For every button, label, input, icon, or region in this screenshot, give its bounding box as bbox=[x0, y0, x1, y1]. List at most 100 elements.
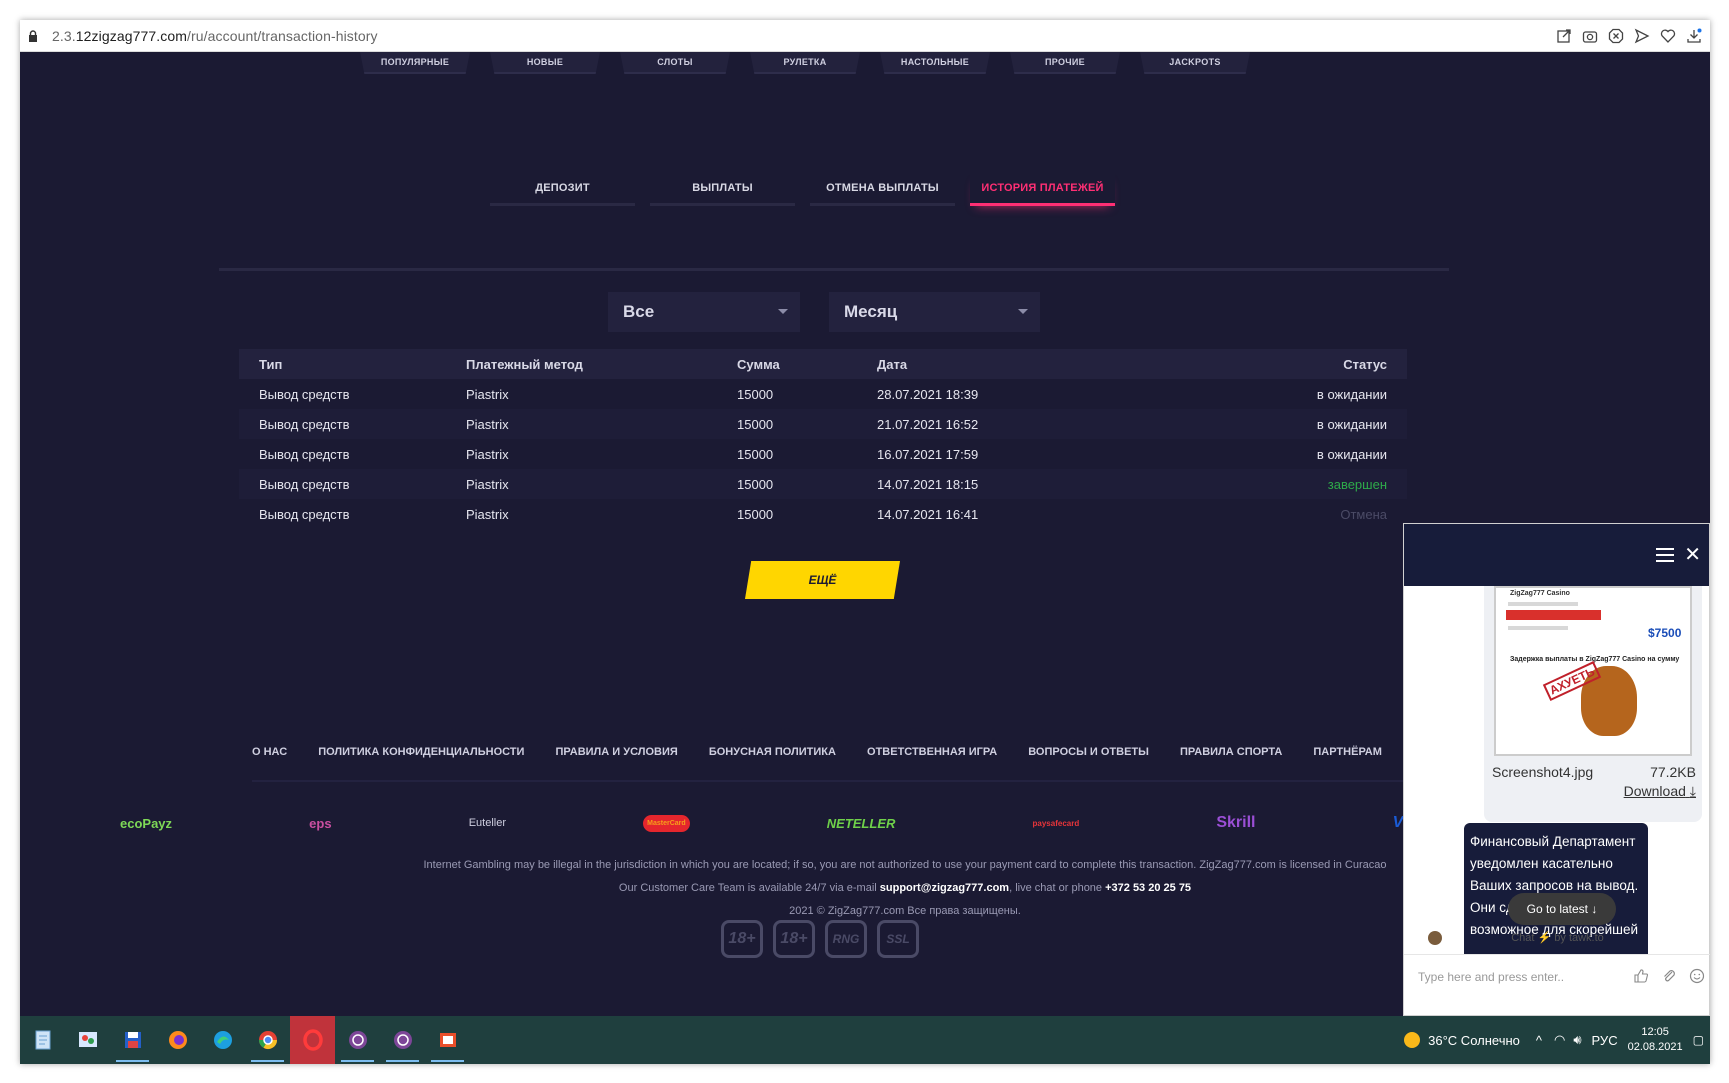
download-link[interactable]: Download ⤓ bbox=[1624, 783, 1696, 800]
url-field[interactable]: 2.3.12zigzag777.com/ru/account/transacti… bbox=[52, 28, 378, 44]
lightning-icon: ⚡ bbox=[1537, 932, 1552, 944]
footer-link-faq[interactable]: ВОПРОСЫ И ОТВЕТЫ bbox=[1028, 746, 1149, 758]
tab-withdrawals[interactable]: ВЫПЛАТЫ bbox=[650, 172, 795, 206]
taskbar-notepad[interactable] bbox=[20, 1016, 65, 1064]
footer-link-privacy[interactable]: ПОЛИТИКА КОНФИДЕНЦИАЛЬНОСТИ bbox=[318, 746, 524, 758]
footer-divider bbox=[252, 780, 1452, 782]
volume-icon[interactable]: 🔊︎ bbox=[1573, 1032, 1581, 1048]
language-indicator[interactable]: РУС bbox=[1592, 1033, 1618, 1048]
tab-cancel-withdrawal[interactable]: ОТМЕНА ВЫПЛАТЫ bbox=[810, 172, 955, 206]
taskbar-paint[interactable] bbox=[65, 1016, 110, 1064]
file-size: 77.2KB bbox=[1650, 764, 1696, 780]
table-row: Вывод средств Piastrix 15000 28.07.2021 … bbox=[239, 379, 1407, 409]
chevron-up-icon[interactable]: ^ bbox=[1536, 1033, 1542, 1048]
tx-amount: 15000 bbox=[737, 469, 877, 499]
file-name: Screenshot4.jpg bbox=[1492, 764, 1594, 780]
footer-links: О НАС ПОЛИТИКА КОНФИДЕНЦИАЛЬНОСТИ ПРАВИЛ… bbox=[252, 746, 1382, 758]
browser-address-bar: 2.3.12zigzag777.com/ru/account/transacti… bbox=[20, 20, 1710, 52]
sun-icon bbox=[1404, 1032, 1421, 1048]
clock[interactable]: 12:05 02.08.2021 bbox=[1628, 1025, 1683, 1055]
weather-text[interactable]: 36°C Солнечно bbox=[1428, 1033, 1520, 1048]
category-new[interactable]: НОВЫЕ bbox=[490, 52, 600, 74]
heart-icon[interactable] bbox=[1660, 28, 1676, 44]
taskbar-tor-browser-2[interactable] bbox=[380, 1016, 425, 1064]
tx-amount: 15000 bbox=[737, 409, 877, 439]
column-header-amount: Сумма bbox=[737, 349, 877, 379]
footer-link-partners[interactable]: ПАРТНЁРАМ bbox=[1313, 746, 1382, 758]
firefox-icon bbox=[168, 1031, 187, 1049]
chat-messages[interactable]: ZigZag777 Casino $7500 Задержка выплаты … bbox=[1404, 586, 1709, 954]
download-icon[interactable] bbox=[1686, 28, 1702, 44]
tx-date: 14.07.2021 16:41 bbox=[877, 499, 1127, 529]
send-icon[interactable] bbox=[1634, 28, 1650, 44]
chat-header: ✕ bbox=[1404, 524, 1709, 586]
hamburger-menu-icon[interactable] bbox=[1656, 548, 1674, 566]
tx-type-link[interactable]: Вывод средств bbox=[239, 409, 466, 439]
thumbs-up-icon[interactable] bbox=[1633, 968, 1649, 984]
network-icon[interactable]: ◠ bbox=[1554, 1032, 1565, 1048]
paysafecard-logo: paysafecard bbox=[1032, 818, 1080, 828]
mastercard-logo: MasterCard bbox=[643, 814, 690, 832]
tx-type-link[interactable]: Вывод средств bbox=[239, 439, 466, 469]
table-row: Вывод средств Piastrix 15000 14.07.2021 … bbox=[239, 469, 1407, 499]
tx-method: Piastrix bbox=[466, 379, 737, 409]
footer-link-about[interactable]: О НАС bbox=[252, 746, 287, 758]
tx-type-link[interactable]: Вывод средств bbox=[239, 379, 466, 409]
tx-status: в ожидании bbox=[1127, 409, 1407, 439]
taskbar-tor-browser[interactable] bbox=[335, 1016, 380, 1064]
notepad-icon bbox=[35, 1030, 50, 1050]
powered-by-tawk[interactable]: Chat ⚡ by tawk.to bbox=[1404, 931, 1710, 944]
tx-type-link[interactable]: Вывод средств bbox=[239, 499, 466, 529]
footer-link-sport-rules[interactable]: ПРАВИЛА СПОРТА bbox=[1180, 746, 1282, 758]
support-phone: +372 53 20 25 75 bbox=[1105, 882, 1192, 894]
support-email-link[interactable]: support@zigzag777.com bbox=[880, 882, 1009, 894]
type-filter-select[interactable]: Все bbox=[608, 292, 800, 332]
load-more-button[interactable]: ЕЩЁ bbox=[745, 561, 900, 599]
tx-type-link[interactable]: Вывод средств bbox=[239, 469, 466, 499]
close-icon[interactable]: ✕ bbox=[1684, 542, 1701, 567]
screenshot-thumbnail[interactable]: ZigZag777 Casino $7500 Задержка выплаты … bbox=[1494, 586, 1692, 756]
period-filter-select[interactable]: Месяц bbox=[829, 292, 1040, 332]
tab-deposit[interactable]: ДЕПОЗИТ bbox=[490, 172, 635, 206]
category-slots[interactable]: СЛОТЫ bbox=[620, 52, 730, 74]
category-jackpots[interactable]: JACKPOTS bbox=[1140, 52, 1250, 74]
category-table[interactable]: НАСТОЛЬНЫЕ bbox=[880, 52, 990, 74]
footer-link-terms[interactable]: ПРАВИЛА И УСЛОВИЯ bbox=[555, 746, 677, 758]
taskbar-screenshot-tool[interactable] bbox=[425, 1016, 470, 1064]
tx-method: Piastrix bbox=[466, 439, 737, 469]
taskbar-edge[interactable] bbox=[200, 1016, 245, 1064]
adblock-icon[interactable] bbox=[1608, 28, 1624, 44]
category-other[interactable]: ПРОЧИЕ bbox=[1010, 52, 1120, 74]
share-icon[interactable] bbox=[1556, 28, 1572, 44]
table-row: Вывод средств Piastrix 15000 16.07.2021 … bbox=[239, 439, 1407, 469]
column-header-method: Платежный метод bbox=[466, 349, 737, 379]
screenshot-tool-icon bbox=[439, 1033, 456, 1047]
tx-status: в ожидании bbox=[1127, 379, 1407, 409]
attachment-icon[interactable] bbox=[1661, 968, 1677, 984]
emoji-icon[interactable] bbox=[1689, 968, 1705, 984]
category-roulette[interactable]: РУЛЕТКА bbox=[750, 52, 860, 74]
footer-link-bonus-policy[interactable]: БОНУСНАЯ ПОЛИТИКА bbox=[709, 746, 836, 758]
chat-input[interactable]: Type here and press enter.. bbox=[1418, 970, 1564, 984]
taskbar-save-app[interactable] bbox=[110, 1016, 155, 1064]
table-row: Вывод средств Piastrix 15000 14.07.2021 … bbox=[239, 499, 1407, 529]
chrome-icon bbox=[258, 1031, 277, 1050]
taskbar-chrome[interactable] bbox=[245, 1016, 290, 1064]
camera-icon[interactable] bbox=[1582, 28, 1598, 44]
column-header-status: Статус bbox=[1127, 349, 1407, 379]
chat-footer: Chat ⚡ by tawk.to Type here and press en… bbox=[1404, 932, 1710, 1017]
chevron-down-icon bbox=[778, 309, 788, 314]
taskbar-firefox[interactable] bbox=[155, 1016, 200, 1064]
download-icon: ⤓ bbox=[1689, 783, 1696, 799]
ecopayz-logo: ecoPayz bbox=[120, 815, 173, 831]
taskbar-opera[interactable] bbox=[290, 1016, 335, 1064]
column-header-date: Дата bbox=[877, 349, 1127, 379]
category-nav: ПОПУЛЯРНЫЕ НОВЫЕ СЛОТЫ РУЛЕТКА НАСТОЛЬНЫ… bbox=[360, 52, 1250, 74]
tab-payment-history[interactable]: ИСТОРИЯ ПЛАТЕЖЕЙ bbox=[970, 172, 1115, 206]
legal-disclaimer: Internet Gambling may be illegal in the … bbox=[423, 859, 1387, 871]
go-to-latest-button[interactable]: Go to latest ↓ bbox=[1508, 893, 1616, 925]
footer-link-responsible-gaming[interactable]: ОТВЕТСТВЕННАЯ ИГРА bbox=[867, 746, 997, 758]
neteller-logo: NETELLER bbox=[826, 815, 896, 831]
category-popular[interactable]: ПОПУЛЯРНЫЕ bbox=[360, 52, 470, 74]
notification-icon[interactable]: ▢ bbox=[1693, 1033, 1704, 1047]
